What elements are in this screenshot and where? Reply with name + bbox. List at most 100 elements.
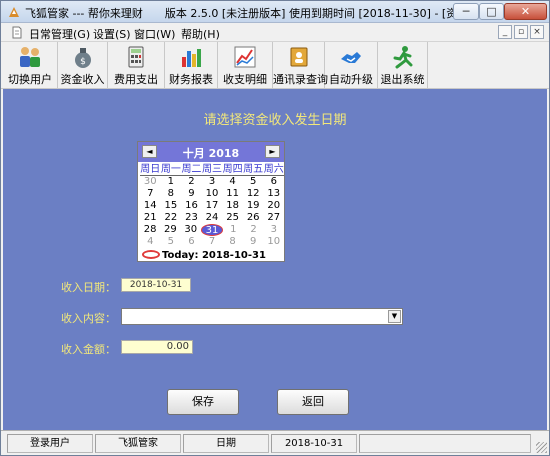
status-app-name: 飞狐管家 — [95, 434, 181, 453]
calendar-day[interactable]: 6 — [181, 236, 202, 248]
line-chart-icon — [234, 46, 256, 68]
calendar-today-text: Today: 2018-10-31 — [162, 250, 266, 261]
return-button[interactable]: 返回 — [277, 389, 349, 415]
income-date-field[interactable]: 2018-10-31 — [121, 278, 191, 292]
calendar-day[interactable]: 30 — [140, 176, 161, 188]
app-window: 飞狐管家 --- 帮你来理财 版本 2.5.0 [未注册版本] 使用到期时间 [… — [0, 0, 550, 456]
calendar-day[interactable]: 18 — [222, 200, 243, 212]
title-bar[interactable]: 飞狐管家 --- 帮你来理财 版本 2.5.0 [未注册版本] 使用到期时间 [… — [1, 1, 549, 23]
status-bar: 登录用户 飞狐管家 日期 2018-10-31 — [1, 430, 549, 455]
calendar-day[interactable]: 22 — [161, 212, 182, 224]
calendar-week-row: 7 8 9 10 11 12 13 — [140, 188, 284, 200]
calendar-day[interactable]: 1 — [223, 224, 243, 236]
toolbar-address-book[interactable]: 通讯录查询 — [273, 42, 328, 88]
document-icon — [12, 26, 22, 39]
toolbar-auto-upgrade[interactable]: 自动升级 — [325, 42, 378, 88]
calendar-day[interactable]: 24 — [202, 212, 223, 224]
toolbar-income-label: 资金收入 — [60, 73, 105, 86]
calendar-day[interactable]: 21 — [140, 212, 161, 224]
calendar-grid: 周日 周一 周二 周三 周四 周五 周六 30 1 2 3 4 5 6 7 8 … — [140, 164, 285, 248]
calendar-week-row: 28 29 30 31 1 2 3 — [140, 224, 284, 236]
income-content-label: 收入内容： — [61, 312, 116, 325]
calendar-next-month-button[interactable]: ► — [265, 145, 280, 158]
toolbar-expense-label: 费用支出 — [114, 73, 158, 86]
money-bag-icon: $ — [74, 48, 91, 68]
calendar-month-title[interactable]: 十月 2018 — [138, 145, 284, 161]
calendar-day[interactable]: 11 — [222, 188, 243, 200]
calendar-today-link[interactable]: Today: 2018-10-31 — [142, 250, 266, 261]
income-amount-field[interactable]: 0.00 — [121, 340, 193, 354]
save-button[interactable]: 保存 — [167, 389, 239, 415]
weekday-label: 周五 — [242, 164, 264, 176]
menu-window[interactable]: 窗口(W) — [134, 26, 175, 42]
toolbar-switch-user[interactable]: 切换用户 — [3, 42, 58, 88]
calendar-day[interactable]: 7 — [202, 236, 223, 248]
calendar-day[interactable]: 6 — [263, 176, 284, 188]
child-close-button[interactable]: × — [530, 25, 544, 39]
status-empty-cell — [359, 434, 531, 453]
toolbar-exit-system-label: 退出系统 — [380, 73, 425, 86]
status-login-user: 登录用户 — [7, 434, 93, 453]
weekday-label: 周二 — [181, 164, 202, 176]
calendar-day-selected[interactable]: 31 — [200, 224, 224, 236]
calendar-day[interactable]: 9 — [243, 236, 264, 248]
menu-help[interactable]: 帮助(H) — [181, 26, 220, 42]
svg-text:$: $ — [80, 57, 86, 67]
calendar-day[interactable]: 28 — [140, 224, 160, 236]
calendar-day[interactable]: 3 — [264, 224, 284, 236]
calendar-day[interactable]: 5 — [161, 236, 182, 248]
calendar-day[interactable]: 16 — [181, 200, 202, 212]
chevron-down-icon[interactable]: ▼ — [388, 310, 401, 323]
calendar-day[interactable]: 10 — [263, 236, 284, 248]
calendar-weekday-row: 周日 周一 周二 周三 周四 周五 周六 — [140, 164, 285, 176]
calendar-header: ◄ 十月 2018 ► — [138, 142, 284, 162]
calendar-day[interactable]: 14 — [140, 200, 161, 212]
menu-bar: 日常管理(G) 设置(S) 窗口(W) 帮助(H) _ ▫ × — [1, 23, 549, 42]
calendar-day[interactable]: 4 — [140, 236, 161, 248]
menu-settings[interactable]: 设置(S) — [93, 26, 131, 42]
toolbar-exit-system[interactable]: 退出系统 — [378, 42, 428, 88]
calendar-day[interactable]: 2 — [243, 224, 263, 236]
calendar-day[interactable]: 19 — [243, 200, 264, 212]
toolbar-transaction-details[interactable]: 收支明细 — [218, 42, 273, 88]
toolbar-auto-upgrade-label: 自动升级 — [329, 73, 373, 86]
calendar-day[interactable]: 20 — [263, 200, 284, 212]
calendar-day[interactable]: 8 — [161, 188, 182, 200]
calendar-day[interactable]: 25 — [222, 212, 243, 224]
close-button[interactable]: ✕ — [504, 3, 547, 20]
weekday-label: 周四 — [222, 164, 243, 176]
calendar-day[interactable]: 13 — [263, 188, 284, 200]
calendar-day[interactable]: 4 — [222, 176, 243, 188]
calendar-day[interactable]: 23 — [181, 212, 202, 224]
calendar-day[interactable]: 30 — [181, 224, 201, 236]
calendar-day[interactable]: 2 — [181, 176, 202, 188]
calendar-day[interactable]: 17 — [202, 200, 223, 212]
calendar-day[interactable]: 10 — [202, 188, 223, 200]
minimize-button[interactable]: ─ — [453, 3, 479, 20]
income-content-dropdown[interactable]: ▼ — [121, 308, 403, 325]
calendar-day[interactable]: 8 — [222, 236, 243, 248]
calendar-day[interactable]: 3 — [202, 176, 223, 188]
calendar-day[interactable]: 29 — [160, 224, 180, 236]
calendar-day[interactable]: 1 — [161, 176, 182, 188]
calendar-day[interactable]: 27 — [263, 212, 284, 224]
calendar-day[interactable]: 9 — [181, 188, 202, 200]
weekday-label: 周一 — [160, 164, 182, 176]
calendar-week-row: 30 1 2 3 4 5 6 — [140, 176, 284, 188]
calendar-day[interactable]: 12 — [243, 188, 264, 200]
calendar-day[interactable]: 26 — [243, 212, 264, 224]
calendar-day[interactable]: 15 — [161, 200, 182, 212]
calendar-day[interactable]: 5 — [243, 176, 264, 188]
weekday-label: 周六 — [263, 164, 285, 176]
maximize-button[interactable]: □ — [479, 3, 504, 20]
status-date-label: 日期 — [183, 434, 269, 453]
menu-daily-management[interactable]: 日常管理(G) — [29, 26, 90, 42]
toolbar-financial-report[interactable]: 财务报表 — [165, 42, 218, 88]
toolbar-expense[interactable]: 费用支出 — [108, 42, 165, 88]
resize-grip-icon[interactable] — [536, 442, 547, 453]
child-minimize-button[interactable]: _ — [498, 25, 512, 39]
child-restore-button[interactable]: ▫ — [514, 25, 528, 39]
calendar-day[interactable]: 7 — [140, 188, 161, 200]
toolbar-income[interactable]: $ 资金收入 — [58, 42, 108, 88]
income-entry-form: 请选择资金收入发生日期 ◄ 十月 2018 ► 周日 周一 周二 周三 周四 周… — [3, 89, 547, 430]
